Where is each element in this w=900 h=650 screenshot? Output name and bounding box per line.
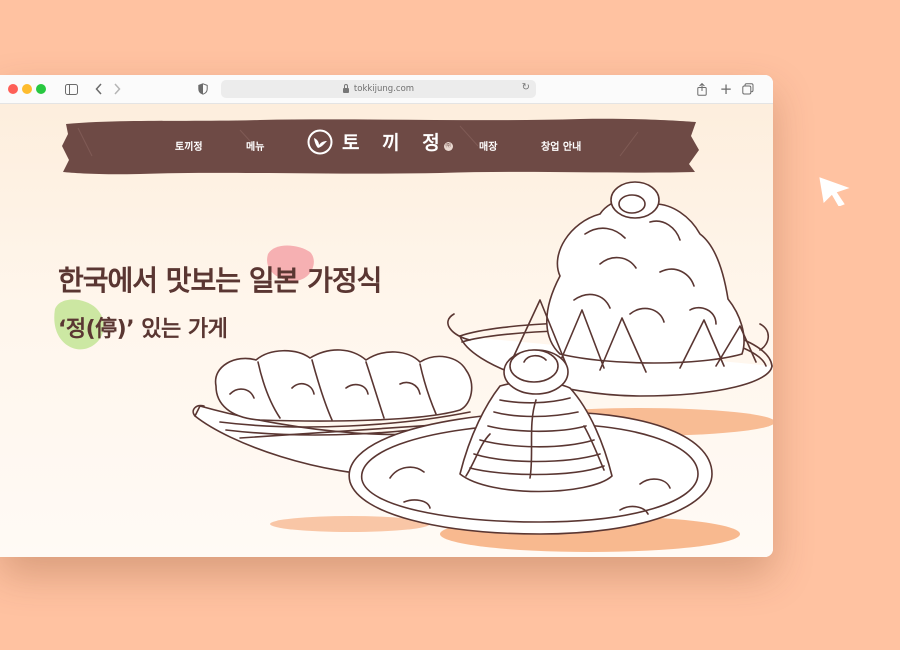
reload-icon[interactable]: ↻ [522,82,530,93]
share-icon[interactable] [696,81,708,97]
sidebar-toggle-icon[interactable] [64,81,78,97]
maximize-window-button[interactable] [36,84,46,94]
lock-icon [342,83,349,93]
url-text: tokkijung.com [353,84,415,94]
minimize-window-button[interactable] [22,84,32,94]
mouse-pointer-icon [819,177,850,206]
food-illustration [192,181,773,552]
browser-window: tokkijung.com ↻ + 토끼정 메뉴 토 끼 정 ㈜ 매장 창업 안… [0,75,773,557]
privacy-shield-icon[interactable] [197,81,209,97]
browser-toolbar: tokkijung.com ↻ + [0,75,773,104]
back-icon[interactable] [94,81,104,97]
new-tab-icon[interactable]: + [720,80,733,98]
web-page: 토끼정 메뉴 토 끼 정 ㈜ 매장 창업 안내 한국에서 맛보는 일본 가정식 … [0,104,773,557]
address-bar[interactable]: tokkijung.com ↻ [221,80,536,98]
tab-overview-icon[interactable] [742,81,754,97]
close-window-button[interactable] [8,84,18,94]
forward-icon[interactable] [112,81,122,97]
